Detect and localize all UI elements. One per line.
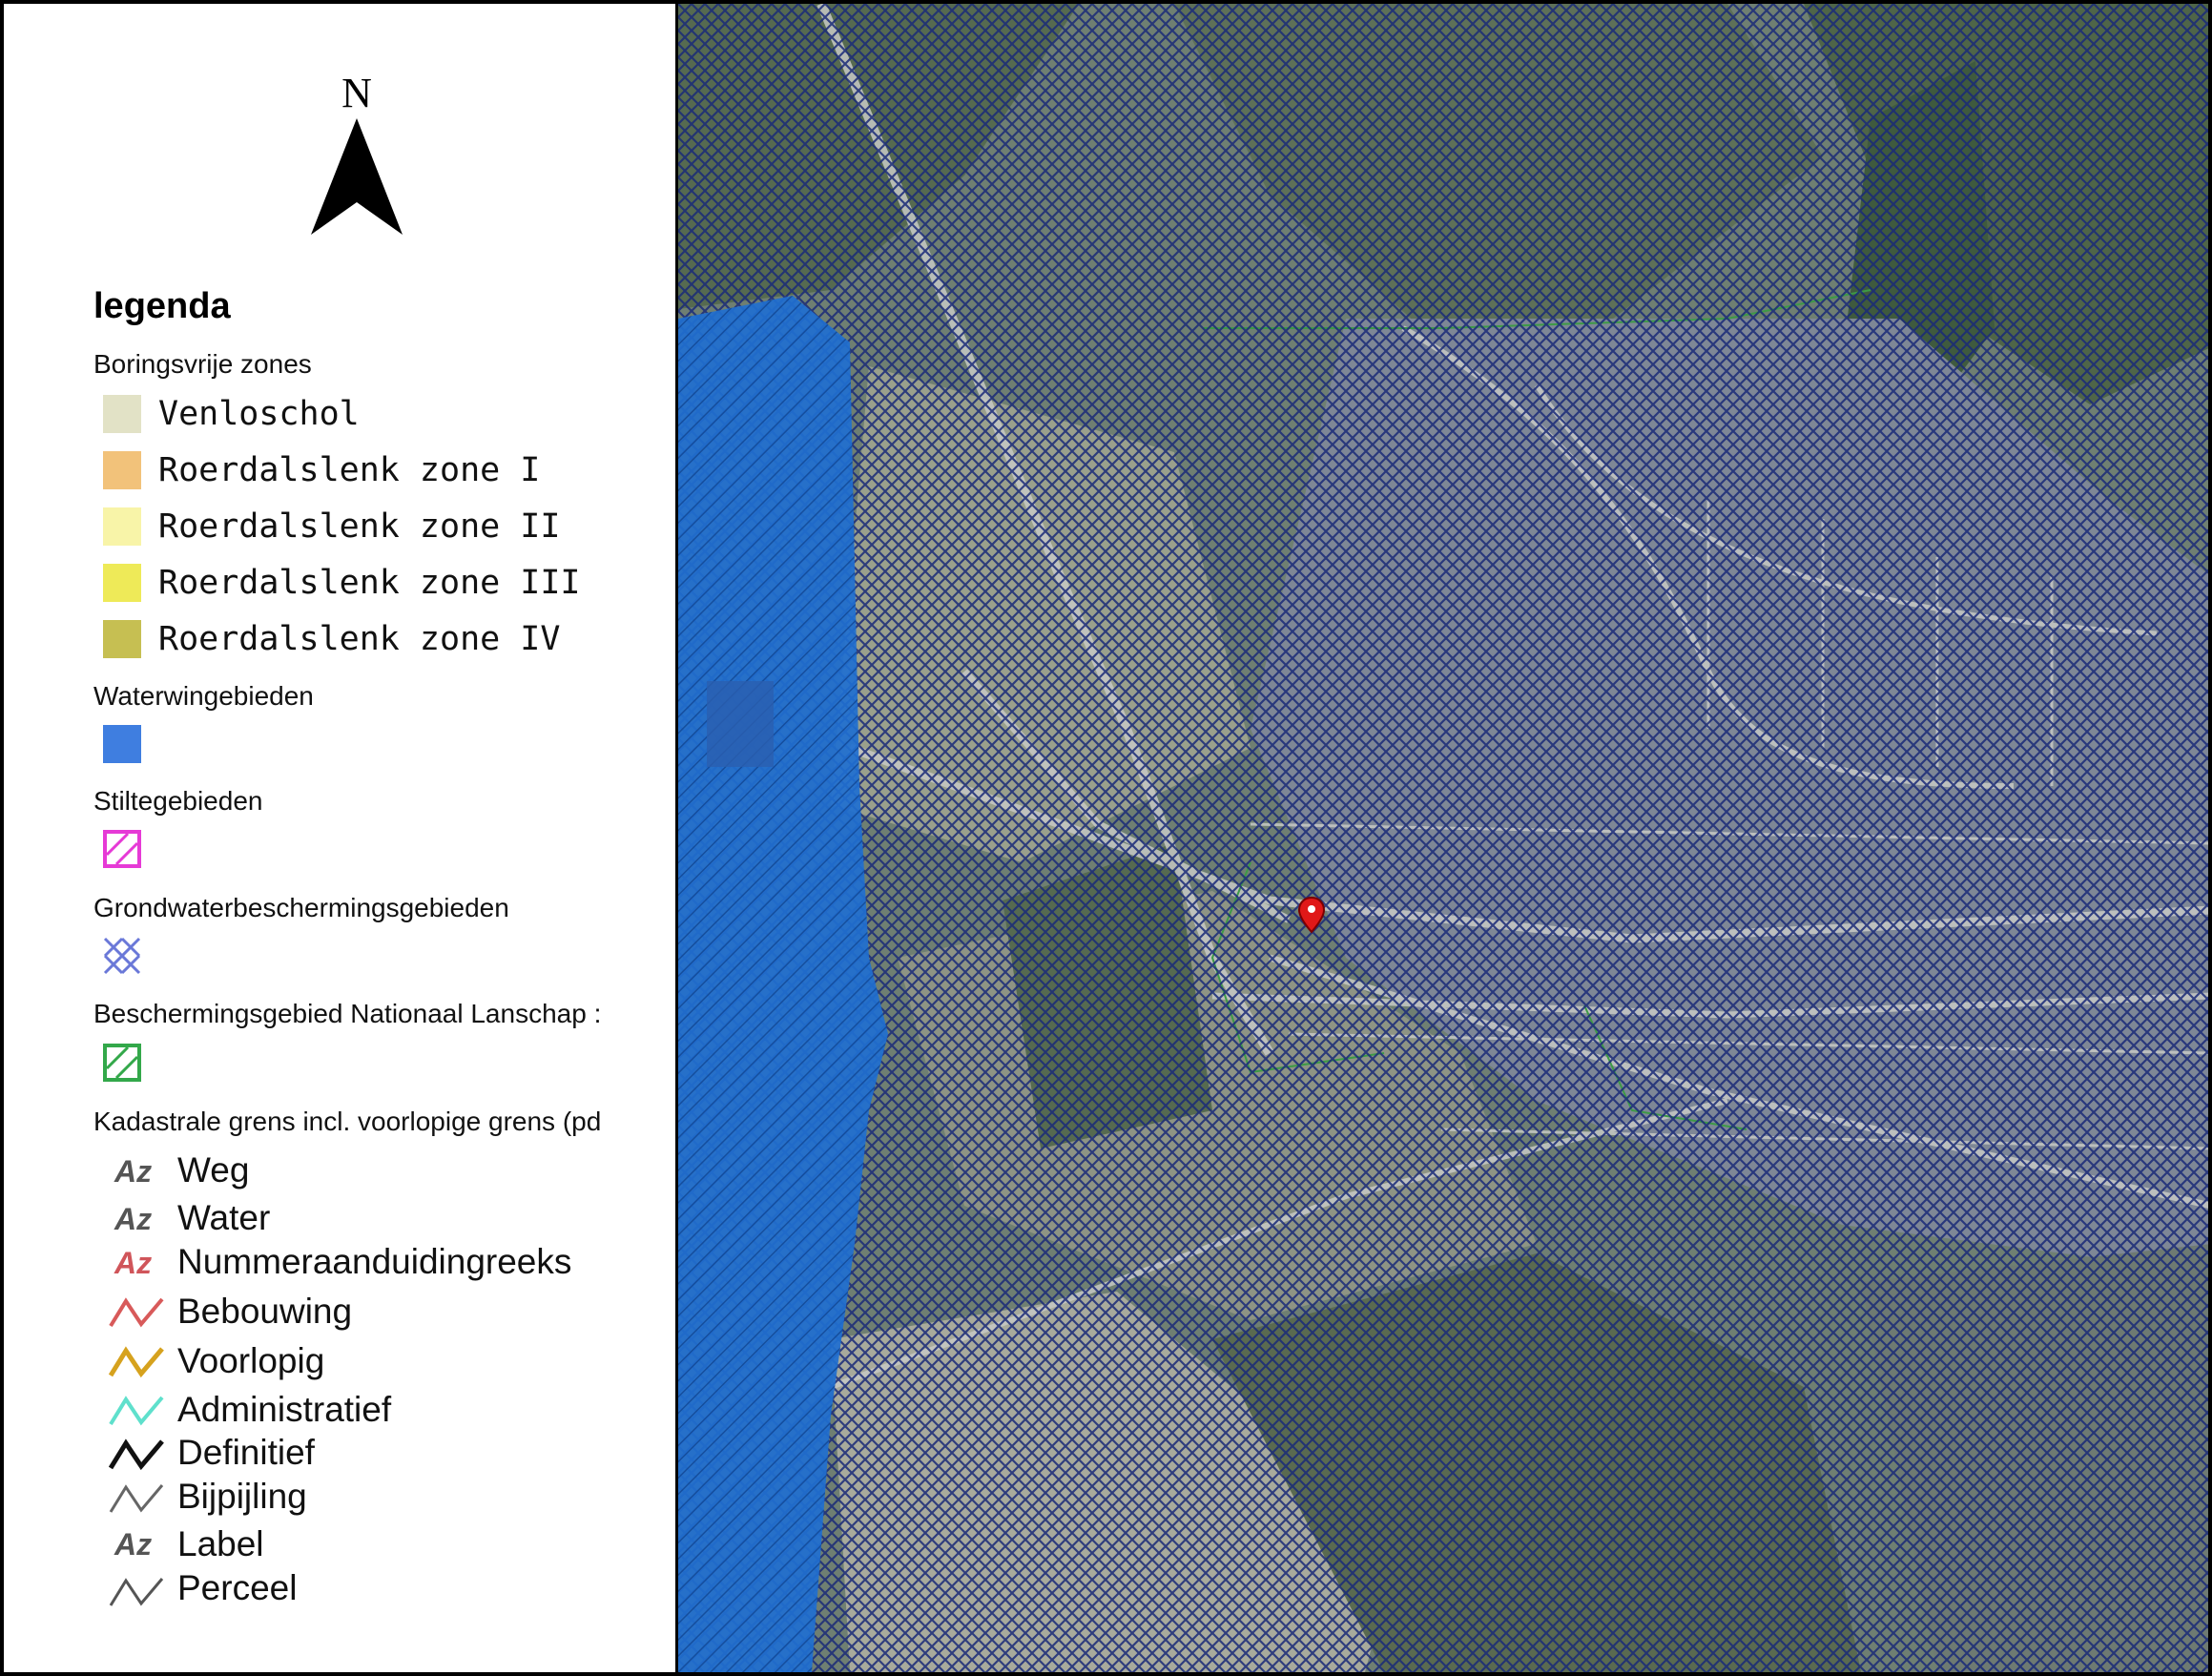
legend-item-voorlopig: Voorlopig	[177, 1341, 325, 1380]
legend-item-zone-3: Roerdalslenk zone III	[158, 564, 581, 602]
line-icon	[109, 1396, 164, 1426]
north-arrow-icon	[311, 118, 403, 235]
north-label: N	[341, 70, 372, 116]
north-arrow: N	[300, 72, 414, 244]
legend-item-administratief: Administratief	[177, 1390, 392, 1429]
az-text-icon: Az	[114, 1202, 153, 1236]
legend-group-grondwater: Grondwaterbeschermingsgebieden	[93, 893, 509, 922]
legend-group-boringsvrije: Boringsvrije zones	[93, 349, 312, 379]
legend-group-kadastraal: Kadastrale grens incl. voorlopige grens …	[93, 1107, 602, 1136]
az-text-icon: Az	[114, 1154, 153, 1189]
legend-item-bijpijling: Bijpijling	[177, 1477, 307, 1516]
legend-title: legenda	[93, 286, 231, 326]
legend-item-weg: Weg	[177, 1150, 250, 1190]
swatch-waterwingebieden	[103, 725, 141, 763]
az-text-icon: Az	[114, 1527, 153, 1562]
map-pin-icon[interactable]	[1296, 896, 1327, 934]
legend-item-water: Water	[177, 1198, 271, 1237]
map-export-frame: N legenda Boringsvrije zones Venloschol …	[4, 4, 2208, 1672]
legend-item-bebouwing: Bebouwing	[177, 1292, 353, 1331]
swatch-zone-2	[103, 507, 141, 546]
line-icon	[109, 1484, 164, 1513]
grondwater-overlay	[678, 4, 2208, 1672]
swatch-zone-4	[103, 620, 141, 658]
swatch-venloschol	[103, 395, 141, 433]
az-text-icon: Az	[114, 1246, 153, 1280]
crosshatch-blue-icon	[103, 937, 141, 975]
legend-item-nummeraanduidingreeks: Nummeraanduidingreeks	[177, 1242, 572, 1281]
legend-group-nationaal-landschap: Beschermingsgebied Nationaal Lanschap :	[93, 999, 602, 1028]
line-icon	[109, 1578, 164, 1606]
hatch-pink-icon	[103, 830, 141, 868]
legend-group-stiltegebieden: Stiltegebieden	[93, 786, 263, 816]
line-icon	[109, 1346, 164, 1378]
legend-item-definitief: Definitief	[177, 1433, 315, 1472]
legend-item-venloschol: Venloschol	[158, 395, 360, 433]
line-icon	[109, 1297, 164, 1328]
legend-item-zone-2: Roerdalslenk zone II	[158, 507, 561, 546]
legend-panel: N legenda Boringsvrije zones Venloschol …	[4, 4, 675, 1672]
swatch-zone-1	[103, 451, 141, 489]
hatch-green-icon	[103, 1044, 141, 1082]
legend-item-label: Label	[177, 1524, 264, 1563]
legend-group-waterwingebieden: Waterwingebieden	[93, 681, 314, 711]
swatch-zone-3	[103, 564, 141, 602]
legend-item-perceel: Perceel	[177, 1568, 298, 1607]
legend-item-zone-4: Roerdalslenk zone IV	[158, 620, 561, 658]
legend-item-zone-1: Roerdalslenk zone I	[158, 451, 541, 489]
map-canvas[interactable]	[675, 4, 2208, 1672]
line-icon	[109, 1438, 164, 1471]
map-layers	[678, 4, 2208, 1672]
